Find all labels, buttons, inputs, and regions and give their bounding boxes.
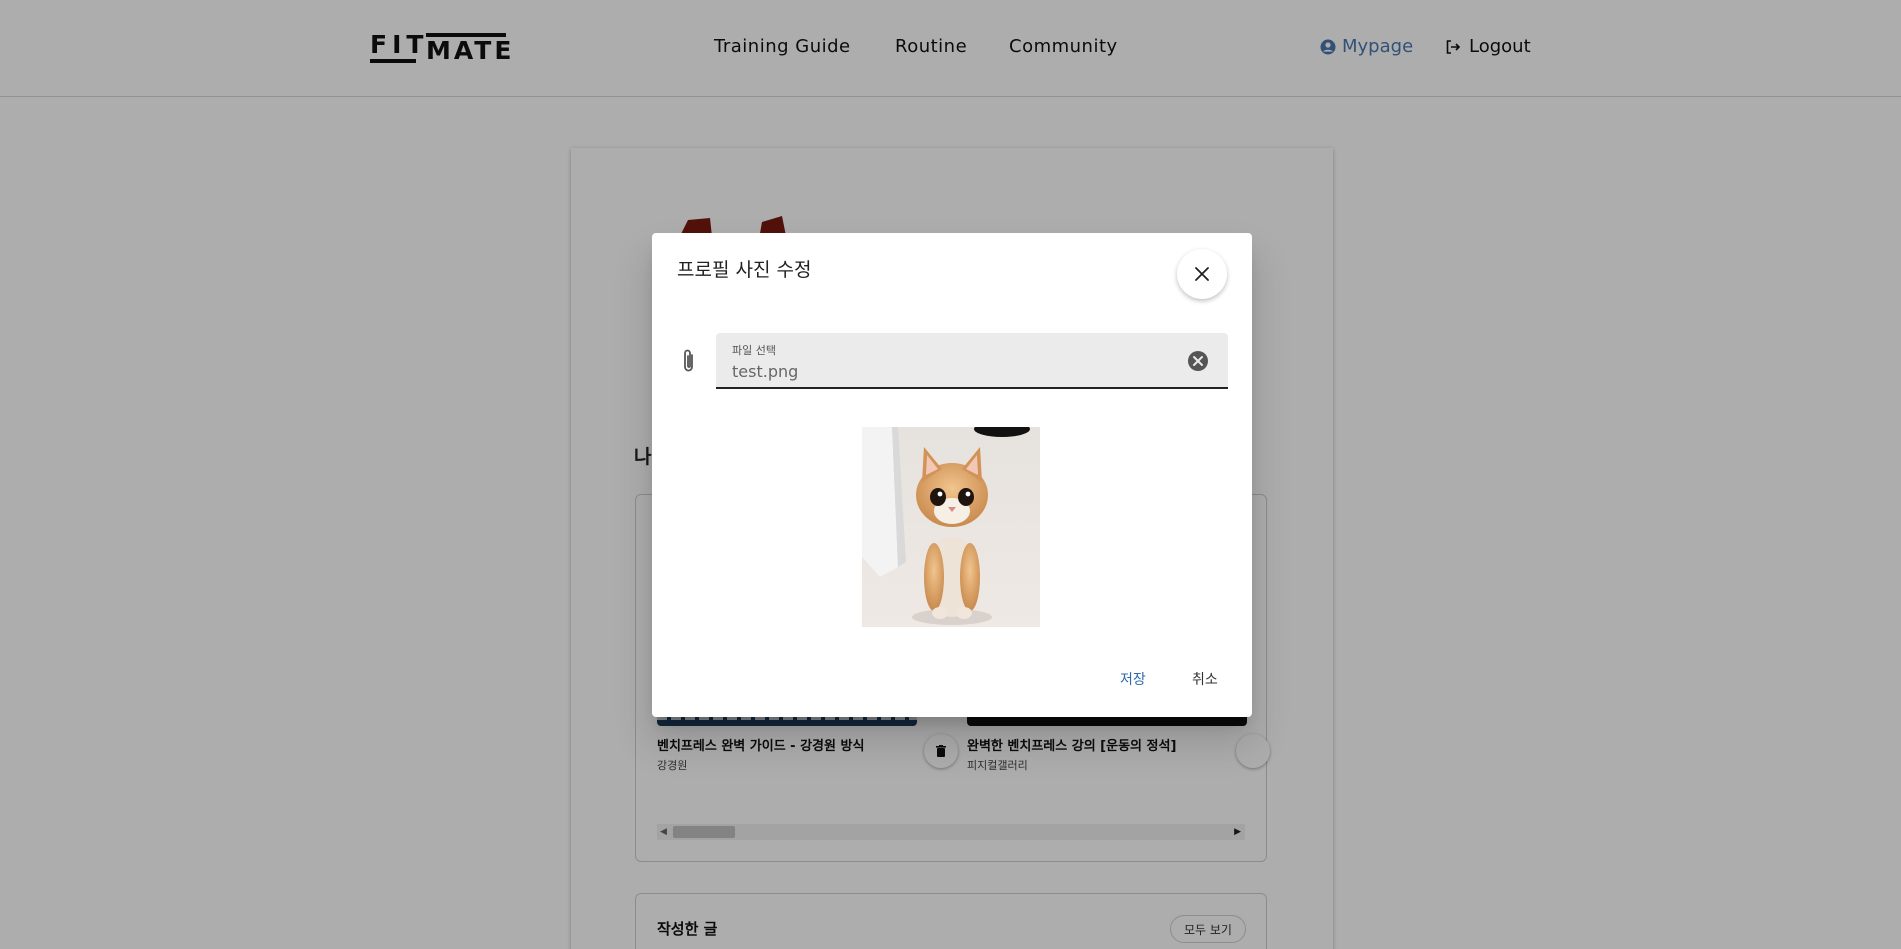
dialog-title: 프로필 사진 수정 [677, 259, 812, 281]
profile-photo-preview [862, 427, 1040, 627]
close-dialog-button[interactable] [1177, 249, 1227, 299]
file-select-field[interactable]: 파일 선택 test.png [716, 333, 1228, 389]
file-select-value[interactable]: test.png [732, 362, 798, 381]
clear-file-icon[interactable] [1187, 350, 1209, 372]
close-icon [1195, 267, 1209, 281]
save-button[interactable]: 저장 [1112, 665, 1154, 693]
edit-profile-photo-dialog: 프로필 사진 수정 파일 선택 test.png 저장 취소 [652, 233, 1252, 717]
file-select-label: 파일 선택 [732, 344, 776, 357]
paperclip-icon[interactable] [679, 348, 699, 374]
cancel-button[interactable]: 취소 [1184, 665, 1226, 693]
